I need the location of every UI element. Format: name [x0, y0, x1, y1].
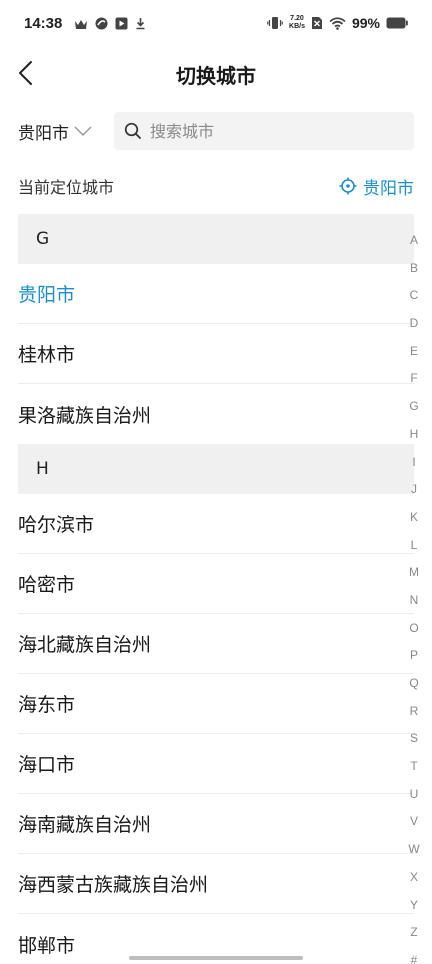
alpha-letter-b[interactable]: B	[410, 258, 418, 286]
section-header-g: G	[18, 214, 414, 264]
city-name: 海北藏族自治州	[18, 634, 152, 656]
current-location-city[interactable]: 贵阳市	[339, 174, 414, 199]
battery-icon	[386, 17, 408, 29]
alpha-letter-c[interactable]: C	[410, 285, 419, 313]
alpha-letter-o[interactable]: O	[409, 618, 418, 646]
status-right-icons: 7.20 KB/s 99%	[267, 15, 408, 31]
city-name: 桂林市	[18, 344, 76, 366]
alpha-letter-j[interactable]: J	[411, 479, 417, 507]
list-item[interactable]: 哈尔滨市	[18, 494, 414, 554]
alpha-letter-z[interactable]: Z	[410, 922, 417, 950]
net-speed: 7.20 KB/s	[289, 15, 305, 31]
city-name: 海东市	[18, 694, 76, 716]
section-header-h: H	[18, 444, 414, 494]
net-speed-unit: KB/s	[289, 23, 305, 30]
chevron-down-icon	[74, 126, 92, 136]
locate-icon	[339, 177, 357, 195]
alpha-letter-u[interactable]: U	[410, 784, 419, 812]
alpha-letter-hash[interactable]: #	[411, 950, 418, 964]
search-box[interactable]	[114, 112, 414, 150]
alphabet-index[interactable]: A B C D E F G H I J K L M N O P Q R S T …	[406, 230, 422, 964]
search-input[interactable]	[150, 121, 350, 141]
alpha-letter-x[interactable]: X	[410, 867, 418, 895]
alpha-letter-e[interactable]: E	[410, 341, 418, 369]
vibrate-icon	[267, 17, 283, 29]
play-store-icon	[115, 17, 128, 30]
section-letter: G	[36, 229, 50, 249]
list-item[interactable]: 贵阳市	[18, 264, 414, 324]
status-time: 14:38	[24, 15, 63, 32]
current-location-row: 当前定位城市 贵阳市	[18, 168, 414, 204]
alpha-letter-d[interactable]: D	[410, 313, 419, 341]
alpha-letter-m[interactable]: M	[409, 562, 419, 590]
search-row: 贵阳市	[18, 112, 414, 150]
alpha-letter-y[interactable]: Y	[410, 895, 418, 923]
city-name: 果洛藏族自治州	[18, 404, 152, 427]
alpha-letter-l[interactable]: L	[411, 535, 418, 563]
status-left-icons	[74, 17, 146, 30]
home-indicator	[129, 956, 303, 960]
net-speed-value: 7.20	[290, 15, 304, 22]
list-item[interactable]: 海北藏族自治州	[18, 614, 414, 674]
alpha-letter-k[interactable]: K	[410, 507, 418, 535]
list-item[interactable]: 海东市	[18, 674, 414, 734]
list-item[interactable]: 哈密市	[18, 554, 414, 614]
battery-percent: 99%	[351, 15, 380, 31]
alpha-letter-p[interactable]: P	[410, 645, 418, 673]
list-item[interactable]: 海口市	[18, 734, 414, 794]
city-name: 哈密市	[18, 574, 76, 596]
alpha-letter-i[interactable]: I	[412, 452, 415, 480]
app-circle-icon	[95, 17, 108, 30]
city-name: 海西蒙古族藏族自治州	[18, 874, 209, 896]
header: 切换城市	[0, 50, 432, 96]
list-item[interactable]: 桂林市	[18, 324, 414, 384]
list-item[interactable]: 果洛藏族自治州	[18, 384, 414, 444]
alpha-letter-w[interactable]: W	[408, 839, 419, 867]
alpha-letter-a[interactable]: A	[410, 230, 418, 258]
city-selector[interactable]: 贵阳市	[18, 112, 93, 150]
city-name: 哈尔滨市	[18, 514, 95, 536]
list-item[interactable]: 海西蒙古族藏族自治州	[18, 854, 414, 914]
alpha-letter-h[interactable]: H	[410, 424, 419, 452]
city-selector-label: 贵阳市	[18, 123, 69, 144]
alpha-letter-r[interactable]: R	[410, 701, 419, 729]
no-sim-icon	[311, 17, 322, 29]
city-switch-screen: 14:38 7.20 KB/s 99% 切换城市 贵阳市 搜索城市 当前定位城市…	[0, 0, 432, 964]
alpha-letter-g[interactable]: G	[409, 396, 418, 424]
download-icon	[136, 18, 145, 30]
crown-icon	[75, 19, 87, 29]
status-bar: 14:38 7.20 KB/s 99%	[0, 0, 432, 50]
alpha-letter-s[interactable]: S	[410, 728, 418, 756]
alpha-letter-t[interactable]: T	[410, 756, 417, 784]
alpha-letter-v[interactable]: V	[410, 811, 418, 839]
search-icon	[124, 122, 141, 139]
alpha-letter-f[interactable]: F	[410, 368, 417, 396]
city-name: 海南藏族自治州	[18, 814, 152, 836]
city-name: 海口市	[18, 754, 76, 776]
section-letter: H	[36, 459, 49, 479]
alpha-letter-n[interactable]: N	[410, 590, 419, 618]
city-name: 邯郸市	[18, 934, 76, 957]
list-item[interactable]: 海南藏族自治州	[18, 794, 414, 854]
current-location-city-label: 贵阳市	[363, 178, 414, 199]
page-title: 切换城市	[176, 64, 256, 88]
wifi-icon	[329, 16, 346, 30]
city-list: G 贵阳市 桂林市 果洛藏族自治州 H 哈尔滨市 哈密市 海北藏族自治州 海东市…	[18, 214, 414, 964]
current-location-label: 当前定位城市	[18, 178, 115, 197]
city-name: 贵阳市	[18, 284, 76, 306]
alpha-letter-q[interactable]: Q	[409, 673, 418, 701]
